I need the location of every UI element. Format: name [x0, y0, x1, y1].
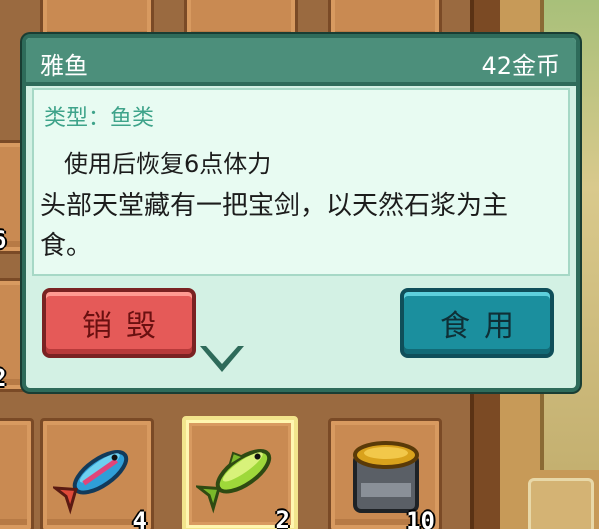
green-fish-icon — [196, 449, 272, 514]
inventory-slot-green-fish[interactable]: 2 — [182, 416, 298, 529]
item-description: 头部天堂藏有一把宝剑，以天然石浆为主食。 — [40, 191, 509, 261]
item-count: 10 — [406, 507, 435, 529]
inventory-slot-honey-pot[interactable]: 10 — [328, 418, 442, 529]
tooltip-pointer-inner — [206, 346, 238, 364]
item-type: 类型：鱼类 — [44, 106, 155, 131]
game-screen: 6 2 4 — [0, 0, 599, 529]
tooltip-header: 雅鱼 42金币 — [26, 38, 576, 86]
item-count: 4 — [132, 507, 147, 529]
destroy-button[interactable]: 销毁 — [42, 288, 196, 358]
item-name: 雅鱼 — [40, 52, 88, 80]
side-slot-count: 6 — [0, 226, 6, 254]
eat-button[interactable]: 食用 — [400, 288, 554, 358]
inventory-slot-blue-fish[interactable]: 4 — [40, 418, 154, 529]
item-tooltip: 雅鱼 42金币 类型：鱼类 使用后恢复6点体力 头部天堂藏有一把宝剑，以天然石浆… — [22, 34, 580, 392]
blue-fish-icon — [53, 450, 129, 515]
item-price: 42金币 — [481, 52, 560, 80]
item-effect: 使用后恢复6点体力 — [64, 150, 272, 178]
inventory-slot[interactable] — [0, 418, 34, 529]
side-slot-count: 2 — [0, 364, 6, 392]
corner-button[interactable] — [528, 478, 594, 529]
item-count: 2 — [275, 506, 290, 529]
tooltip-body: 类型：鱼类 使用后恢复6点体力 头部天堂藏有一把宝剑，以天然石浆为主食。 — [32, 88, 570, 276]
